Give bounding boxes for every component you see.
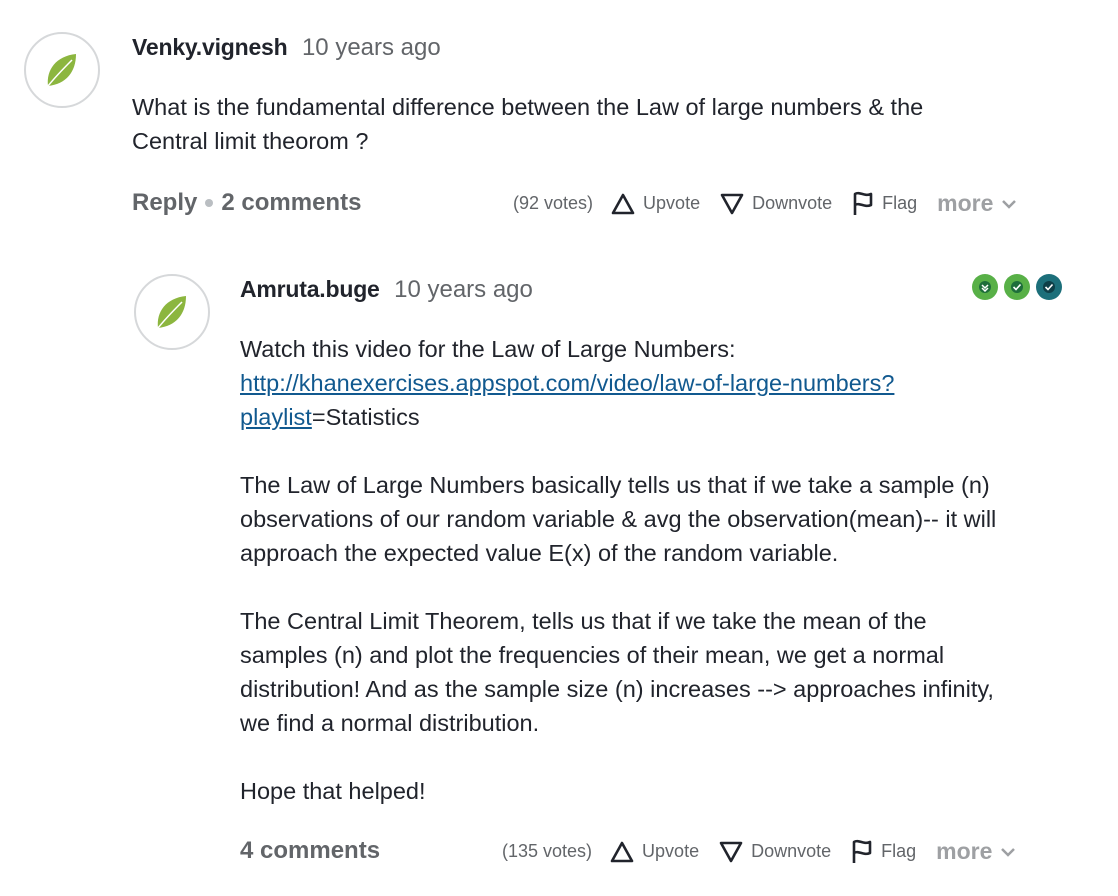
upvote-button[interactable]: Upvote (610, 841, 699, 863)
question-header: Venky.vignesh 10 years ago (132, 34, 441, 62)
downvote-icon (720, 193, 744, 214)
question-actions: Reply 2 comments (132, 189, 361, 217)
badge-list (966, 274, 1062, 300)
comments-link[interactable]: 2 comments (221, 189, 361, 217)
answer-actions: 4 comments (240, 837, 380, 865)
flag-icon (852, 839, 872, 863)
downvote-button[interactable]: Downvote (720, 193, 832, 215)
question-line: What is the fundamental difference betwe… (132, 94, 924, 120)
upvote-button[interactable]: Upvote (611, 193, 700, 215)
answer-line: approach the expected value E(x) of the … (240, 540, 839, 566)
answer-line: distribution! And as the sample size (n)… (240, 676, 994, 702)
answer-text: Watch this video for the Law of Large Nu… (240, 332, 1100, 808)
more-label: more (937, 190, 994, 216)
answer-line: The Central Limit Theorem, tells us that… (240, 608, 927, 634)
flag-label: Flag (881, 841, 917, 861)
comments-link[interactable]: 4 comments (240, 837, 380, 865)
answer-line: observations of our random variable & av… (240, 506, 997, 532)
video-link[interactable]: http://khanexercises.appspot.com/video/l… (240, 370, 894, 396)
question-vote-bar: (92 votes) Upvote Downvote Flag more (513, 190, 1017, 217)
question-text: What is the fundamental difference betwe… (132, 90, 1072, 158)
author-name[interactable]: Amruta.buge (240, 276, 380, 302)
timestamp: 10 years ago (301, 34, 441, 61)
upvote-icon (611, 193, 635, 214)
answer-line: http://khanexercises.appspot.com/video/l… (240, 366, 1100, 400)
reply-button[interactable]: Reply (132, 189, 197, 217)
answer-header: Amruta.buge 10 years ago (240, 276, 533, 304)
leaf-icon (157, 296, 186, 329)
chevron-down-icon (1002, 199, 1017, 209)
answer-line: we find a normal distribution. (240, 710, 540, 736)
leaf-icon (47, 54, 76, 87)
answer-line: The Law of Large Numbers basically tells… (240, 472, 990, 498)
video-link[interactable]: playlist (240, 404, 312, 430)
flag-button[interactable]: Flag (851, 839, 916, 865)
upvote-label: Upvote (643, 193, 701, 213)
downvote-button[interactable]: Downvote (719, 841, 831, 863)
vote-count: (92 votes) (513, 193, 594, 213)
more-label: more (936, 838, 993, 864)
flag-icon (853, 191, 873, 215)
flag-button[interactable]: Flag (852, 191, 917, 217)
badge-icon[interactable] (1004, 274, 1030, 300)
timestamp: 10 years ago (394, 276, 533, 303)
flag-label: Flag (882, 193, 918, 213)
downvote-label: Downvote (751, 841, 832, 861)
question-line: Central limit theorom ? (132, 128, 369, 154)
badge-icon[interactable] (972, 274, 998, 300)
avatar[interactable] (134, 274, 210, 350)
downvote-label: Downvote (752, 193, 833, 213)
badge-icon[interactable] (1036, 274, 1062, 300)
link-suffix: =Statistics (311, 404, 420, 430)
more-menu[interactable]: more (937, 190, 1017, 217)
more-menu[interactable]: more (936, 838, 1016, 865)
answer-line: Hope that helped! (240, 778, 426, 804)
upvote-label: Upvote (642, 841, 700, 861)
answer-line: samples (n) and plot the frequencies of … (240, 642, 945, 668)
vote-count: (135 votes) (502, 841, 593, 861)
upvote-icon (610, 841, 634, 862)
downvote-icon (719, 841, 743, 862)
answer-vote-bar: (135 votes) Upvote Downvote Flag more (502, 838, 1016, 865)
author-name[interactable]: Venky.vignesh (132, 34, 288, 60)
answer-line: Watch this video for the Law of Large Nu… (240, 336, 736, 362)
separator-dot (205, 199, 214, 207)
avatar[interactable] (24, 32, 100, 108)
chevron-down-icon (1001, 847, 1016, 857)
answer-line: playlist=Statistics (240, 400, 1100, 434)
